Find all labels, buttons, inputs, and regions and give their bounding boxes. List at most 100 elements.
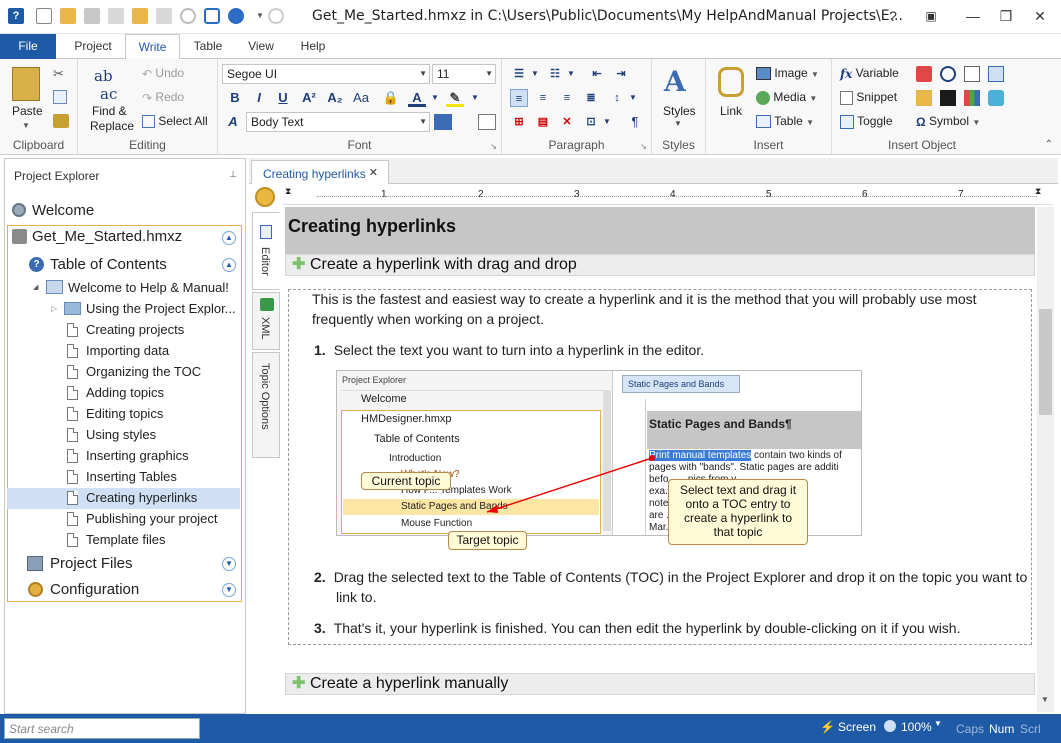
zoom-icon[interactable] <box>884 720 896 732</box>
increase-indent-icon[interactable]: ⇥ <box>612 65 630 83</box>
tab-topic-options[interactable]: Topic Options <box>252 352 280 458</box>
copy-icon[interactable] <box>53 90 67 104</box>
subscript-icon[interactable]: A₂ <box>326 89 344 107</box>
right-indent-marker[interactable]: ⧗ <box>1035 186 1041 197</box>
root-topic-item[interactable]: Welcome to Help & Manual! <box>68 280 229 295</box>
conditional-text-icon[interactable] <box>916 66 932 82</box>
sync-icon[interactable] <box>204 8 220 24</box>
toc-topic-item[interactable]: Publishing your project <box>86 511 218 526</box>
dialog-launcher-icon[interactable]: ↘ <box>490 142 497 151</box>
chevron-down-icon[interactable]: ▼ <box>674 119 682 128</box>
borders-icon[interactable]: ⊞ <box>510 113 528 131</box>
new-file-icon[interactable] <box>36 8 52 24</box>
save-icon[interactable] <box>84 8 100 24</box>
anchor-icon[interactable] <box>940 66 956 82</box>
underline-icon[interactable]: U <box>274 89 292 107</box>
lock-icon[interactable]: 🔒 <box>382 89 400 107</box>
style-edit-icon[interactable] <box>434 114 452 130</box>
3d-object-icon[interactable] <box>988 90 1004 106</box>
font-family-select[interactable]: Segoe UI ▼ <box>222 64 430 84</box>
styles-icon[interactable]: A <box>664 65 686 98</box>
expand-icon[interactable]: ▼ <box>222 583 236 597</box>
toc-item[interactable]: Table of Contents <box>50 256 167 273</box>
chevron-down-icon[interactable]: ▼ <box>466 89 484 107</box>
collapse-icon[interactable]: ▲ <box>222 258 236 272</box>
chevron-down-icon[interactable]: ▼ <box>252 8 268 24</box>
highlight-icon[interactable]: ✎ <box>446 89 464 107</box>
font-color-icon[interactable]: A <box>408 89 426 107</box>
chevron-down-icon[interactable]: ▼ <box>526 65 544 83</box>
toggle-button[interactable]: Toggle <box>840 114 893 129</box>
collapsed-arrow-icon[interactable]: ▷ <box>51 304 57 313</box>
toc-topic-item[interactable]: Using the Project Explor... <box>86 301 236 316</box>
paste-icon[interactable] <box>12 67 40 101</box>
tab-file[interactable]: File <box>0 34 56 59</box>
help-button[interactable]: ? <box>882 6 904 26</box>
scrollbar-thumb[interactable] <box>1039 309 1052 415</box>
find-replace-icon[interactable]: ab ac <box>94 67 117 103</box>
find-replace-label-1[interactable]: Find & <box>92 104 127 118</box>
select-all-button[interactable]: Select All <box>142 114 208 129</box>
toc-topic-item-selected[interactable]: Creating hyperlinks <box>86 490 197 505</box>
superscript-icon[interactable]: A² <box>300 89 318 107</box>
open-folder-icon[interactable] <box>60 8 76 24</box>
tab-xml[interactable]: XML <box>252 292 280 350</box>
collapse-ribbon-icon[interactable]: ⌃ <box>1045 139 1053 150</box>
toc-topic-item[interactable]: Creating projects <box>86 322 184 337</box>
align-center-icon[interactable]: ≡ <box>534 89 552 107</box>
configuration-item[interactable]: Configuration <box>50 581 139 598</box>
link-button[interactable]: Link <box>720 104 742 118</box>
comment-icon[interactable] <box>964 66 980 82</box>
chevron-down-icon[interactable]: ▼ <box>624 89 642 107</box>
bold-icon[interactable]: B <box>226 89 244 107</box>
zoom-level[interactable]: 100% <box>901 720 932 734</box>
collapse-icon[interactable]: ▲ <box>222 231 236 245</box>
format-painter-icon[interactable] <box>53 114 69 128</box>
editor-content[interactable]: Creating hyperlinks ✚ Create a hyperlink … <box>283 207 1035 712</box>
toc-topic-item[interactable]: Importing data <box>86 343 169 358</box>
redo-button[interactable]: ↷ Redo <box>142 90 184 105</box>
close-button[interactable]: ✕ <box>1029 6 1051 26</box>
save-all-icon[interactable] <box>108 8 124 24</box>
welcome-item[interactable]: Welcome <box>32 202 94 219</box>
ruler[interactable]: ⧗ 1 2 3 4 5 6 7 ⧗ <box>283 186 1053 205</box>
chevron-down-icon[interactable]: ▼ <box>934 719 942 728</box>
page-break-icon[interactable] <box>988 66 1004 82</box>
search-input[interactable]: Start search <box>4 718 200 739</box>
style-new-icon[interactable] <box>478 114 496 130</box>
change-case-icon[interactable]: Aa <box>352 89 370 107</box>
copy-icon[interactable] <box>156 8 172 24</box>
align-left-icon[interactable]: ≡ <box>510 89 528 107</box>
toc-topic-item[interactable]: Organizing the TOC <box>86 364 201 379</box>
topic-gear-icon[interactable] <box>255 187 275 207</box>
vertical-scrollbar[interactable]: ▼ <box>1037 207 1054 712</box>
chevron-down-icon[interactable]: ▼ <box>22 121 30 130</box>
tab-write[interactable]: Write <box>125 34 180 60</box>
chevron-down-icon[interactable]: ▼ <box>598 113 616 131</box>
expanded-arrow-icon[interactable]: ◢ <box>33 283 38 291</box>
restore-button[interactable]: ❐ <box>995 6 1017 26</box>
justify-icon[interactable]: ≣ <box>582 89 600 107</box>
toc-topic-item[interactable]: Template files <box>86 532 165 547</box>
ribbon-options-icon[interactable]: ▣ <box>920 6 942 26</box>
toc-topic-item[interactable]: Inserting graphics <box>86 448 189 463</box>
undo-button[interactable]: ↶ Undo <box>142 66 184 81</box>
image-button[interactable]: Image ▼ <box>756 66 819 81</box>
refresh-icon[interactable] <box>180 8 196 24</box>
project-file-item[interactable]: Get_Me_Started.hmxz <box>32 228 182 245</box>
snippet-button[interactable]: Snippet <box>840 90 897 105</box>
plugin-icon[interactable] <box>940 90 956 106</box>
paragraph-style-select[interactable]: Body Text ▼ <box>246 112 430 132</box>
plus-icon[interactable]: ✚ <box>292 255 305 275</box>
toc-topic-item[interactable]: Using styles <box>86 427 156 442</box>
paste-button[interactable]: Paste <box>12 104 43 118</box>
chevron-down-icon[interactable]: ▼ <box>562 65 580 83</box>
toc-topic-item[interactable]: Adding topics <box>86 385 164 400</box>
align-right-icon[interactable]: ≡ <box>558 89 576 107</box>
pilcrow-icon[interactable]: ¶ <box>626 113 644 131</box>
symbol-button[interactable]: Ω Symbol ▼ <box>916 114 980 129</box>
tab-view[interactable]: View <box>238 34 284 59</box>
toc-topic-item[interactable]: Editing topics <box>86 406 163 421</box>
expand-icon[interactable]: ▼ <box>222 557 236 571</box>
back-icon[interactable] <box>228 8 244 24</box>
